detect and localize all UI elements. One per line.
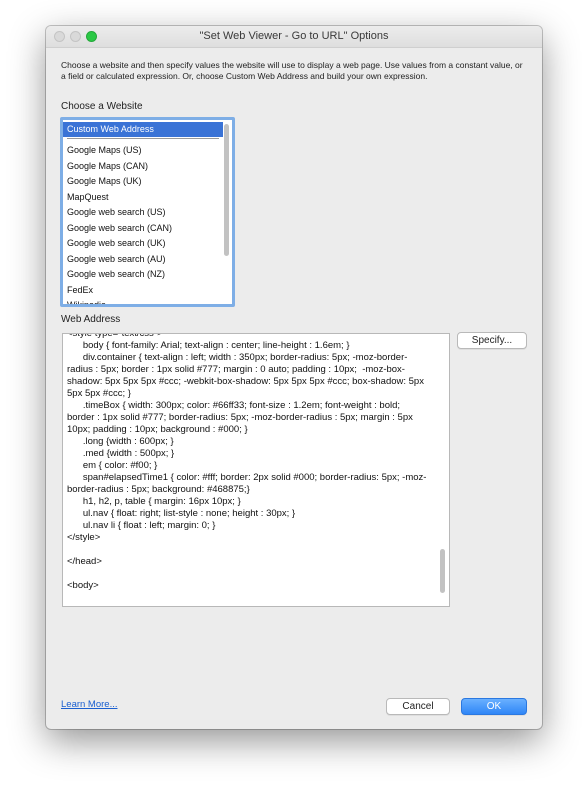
- list-item-google-search-us[interactable]: Google web search (US): [63, 205, 223, 220]
- list-item-google-search-can[interactable]: Google web search (CAN): [63, 221, 223, 236]
- learn-more-link[interactable]: Learn More...: [61, 699, 118, 710]
- dialog-description: Choose a website and then specify values…: [61, 60, 523, 81]
- title-bar: "Set Web Viewer - Go to URL" Options: [46, 26, 542, 48]
- ok-button[interactable]: OK: [461, 698, 527, 715]
- web-address-scrollbar-thumb[interactable]: [440, 549, 445, 593]
- list-item-google-maps-uk[interactable]: Google Maps (UK): [63, 174, 223, 189]
- web-address-label: Web Address: [61, 314, 121, 325]
- web-address-field[interactable]: <style type="text/css"> body { font-fami…: [62, 333, 450, 607]
- web-address-text[interactable]: <style type="text/css"> body { font-fami…: [67, 334, 429, 592]
- list-item-google-maps-can[interactable]: Google Maps (CAN): [63, 159, 223, 174]
- list-item-wikipedia[interactable]: Wikipedia: [63, 298, 223, 304]
- list-separator: [67, 138, 219, 139]
- list-item-google-search-au[interactable]: Google web search (AU): [63, 252, 223, 267]
- choose-website-label: Choose a Website: [61, 101, 143, 112]
- list-item-google-search-nz[interactable]: Google web search (NZ): [63, 267, 223, 282]
- list-item-fedex[interactable]: FedEx: [63, 283, 223, 298]
- list-scrollbar-thumb[interactable]: [224, 124, 229, 256]
- cancel-button[interactable]: Cancel: [386, 698, 450, 715]
- window-title: "Set Web Viewer - Go to URL" Options: [199, 30, 389, 42]
- list-item-google-search-uk[interactable]: Google web search (UK): [63, 236, 223, 251]
- list-item-google-maps-us[interactable]: Google Maps (US): [63, 143, 223, 158]
- list-item-custom-web-address[interactable]: Custom Web Address: [63, 122, 223, 137]
- website-list[interactable]: Custom Web Address Google Maps (US) Goog…: [60, 117, 235, 307]
- options-dialog: "Set Web Viewer - Go to URL" Options Cho…: [46, 26, 542, 729]
- specify-button[interactable]: Specify...: [457, 332, 527, 349]
- list-item-mapquest[interactable]: MapQuest: [63, 190, 223, 205]
